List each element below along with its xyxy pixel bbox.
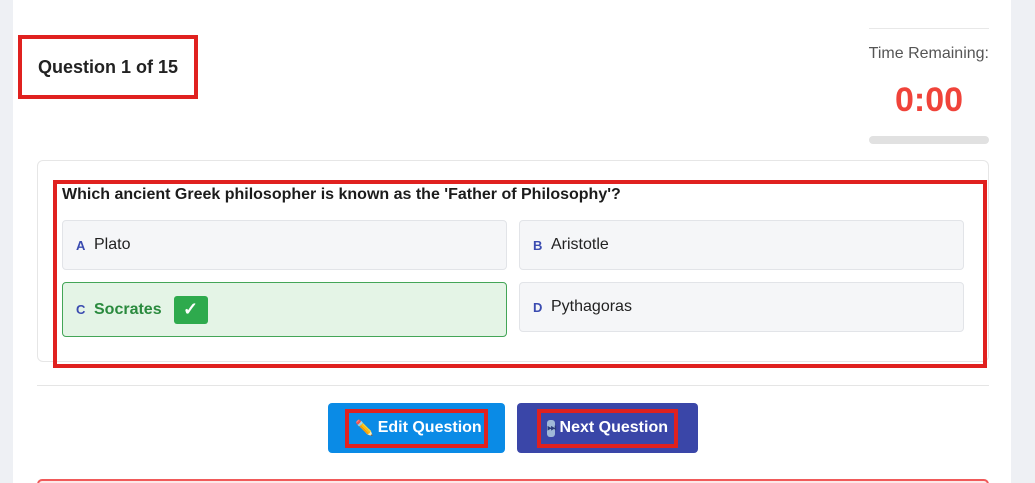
timer-label: Time Remaining:	[868, 45, 989, 62]
option-b[interactable]: B Aristotle	[519, 220, 964, 270]
correct-check-icon: ✓	[173, 295, 208, 324]
option-c[interactable]: C Socrates ✓	[62, 282, 507, 337]
next-question-label: Next Question	[559, 419, 668, 436]
question-counter: Question 1 of 15	[18, 35, 198, 99]
question-counter-text: Question 1 of 15	[38, 56, 179, 77]
edit-question-button[interactable]: ✏️ Edit Question	[328, 403, 505, 453]
edit-question-label: Edit Question	[377, 419, 482, 436]
next-track-icon: ⏭	[547, 419, 556, 437]
option-a[interactable]: A Plato	[62, 220, 507, 270]
timer-value: 0:00	[894, 81, 964, 119]
quiz-page: Question 1 of 15 Time Remaining: 0:00 Wh…	[13, 0, 1011, 483]
option-text: Plato	[94, 236, 131, 253]
divider	[37, 385, 989, 386]
timer-progress-bar	[869, 136, 989, 144]
option-letter: C	[76, 302, 86, 317]
question-text: Which ancient Greek philosopher is known…	[62, 186, 621, 203]
edit-question-highlight: ✏️ Edit Question	[345, 408, 488, 448]
option-text: Socrates	[94, 300, 162, 318]
option-letter: B	[533, 237, 543, 253]
next-question-button[interactable]: ⏭ Next Question	[517, 403, 698, 453]
option-d[interactable]: D Pythagoras	[519, 282, 964, 332]
option-text: Aristotle	[551, 236, 609, 253]
option-letter: D	[533, 299, 543, 315]
option-text: Pythagoras	[551, 298, 632, 315]
option-letter: A	[76, 237, 86, 253]
next-question-highlight: ⏭ Next Question	[537, 408, 678, 448]
timer-panel: Time Remaining: 0:00	[869, 28, 989, 146]
pencil-icon: ✏️	[355, 420, 374, 437]
alert-box	[37, 479, 989, 483]
question-highlight	[53, 180, 987, 368]
